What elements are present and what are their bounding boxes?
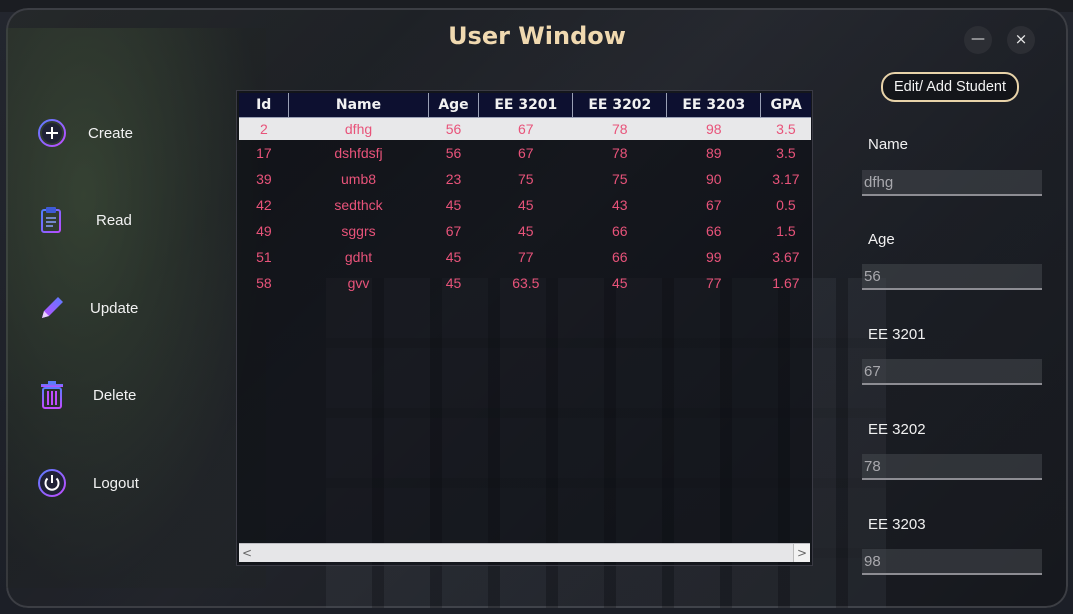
sidebar-item-delete[interactable]: Delete bbox=[36, 375, 206, 415]
edit-add-student-button[interactable]: Edit/ Add Student bbox=[881, 72, 1019, 102]
table-row-selected[interactable]: 2 dfhg 56 67 78 98 3.5 bbox=[239, 117, 811, 140]
cell-gpa: 3.5 bbox=[760, 117, 811, 140]
cell-id: 2 bbox=[239, 117, 289, 140]
table-row[interactable]: 49 sggrs 67 45 66 66 1.5 bbox=[239, 218, 811, 244]
table-row[interactable]: 58 gvv 45 63.5 45 77 1.67 bbox=[239, 270, 811, 296]
trash-icon bbox=[36, 379, 68, 411]
cell-gpa: 3.67 bbox=[772, 249, 800, 265]
sidebar-item-update[interactable]: Update bbox=[36, 288, 206, 328]
cell-gpa: 3.5 bbox=[776, 145, 796, 161]
plus-circle-icon bbox=[36, 117, 68, 149]
cell-age: 56 bbox=[428, 117, 479, 140]
cell-ee3201: 77 bbox=[518, 249, 534, 265]
table-row[interactable]: 17 dshfdsfj 56 67 78 89 3.5 bbox=[239, 140, 811, 166]
cell-ee3202: 45 bbox=[612, 275, 628, 291]
cell-ee3201: 45 bbox=[518, 223, 534, 239]
cell-age: 67 bbox=[445, 223, 462, 239]
age-field[interactable]: 56 bbox=[862, 264, 1042, 290]
cell-name: umb8 bbox=[341, 171, 377, 187]
ee3202-field-label: EE 3202 bbox=[868, 421, 926, 438]
cell-id: 49 bbox=[256, 223, 272, 239]
column-header-ee3202[interactable]: EE 3202 bbox=[572, 93, 668, 118]
table-row[interactable]: 51 gdht 45 77 66 99 3.67 bbox=[239, 244, 811, 270]
student-data-grid[interactable]: Id Name Age EE 3201 EE 3202 EE 3203 GPA … bbox=[236, 90, 813, 566]
cell-age: 23 bbox=[445, 171, 462, 187]
ee3202-field[interactable]: 78 bbox=[862, 454, 1042, 480]
cell-ee3202: 78 bbox=[572, 117, 667, 140]
sidebar-item-read[interactable]: Read bbox=[36, 200, 206, 240]
cell-ee3202: 66 bbox=[612, 249, 628, 265]
cell-age: 45 bbox=[445, 197, 462, 213]
ee3201-field[interactable]: 67 bbox=[862, 359, 1042, 385]
clipboard-icon bbox=[36, 204, 68, 236]
sidebar-item-label: Delete bbox=[93, 386, 137, 404]
cell-name: sggrs bbox=[341, 223, 376, 239]
column-header-ee3203[interactable]: EE 3203 bbox=[666, 93, 762, 118]
cell-ee3202: 43 bbox=[612, 197, 628, 213]
column-header-id[interactable]: Id bbox=[239, 93, 290, 118]
cell-ee3201: 45 bbox=[518, 197, 534, 213]
cell-ee3203: 99 bbox=[706, 249, 722, 265]
cell-id: 39 bbox=[256, 171, 272, 187]
sidebar-item-label: Create bbox=[88, 124, 134, 142]
scroll-left-arrow[interactable]: < bbox=[239, 544, 255, 562]
sidebar-item-label: Logout bbox=[93, 474, 139, 492]
cell-ee3203: 77 bbox=[706, 275, 722, 291]
close-button[interactable]: × bbox=[1007, 26, 1035, 54]
user-window: User Window — × Create Read Update Delet… bbox=[6, 8, 1068, 608]
cell-ee3203: 67 bbox=[706, 197, 722, 213]
name-field-label: Name bbox=[868, 136, 909, 153]
cell-gpa: 1.67 bbox=[772, 275, 800, 291]
ee3203-field-label: EE 3203 bbox=[868, 516, 926, 533]
cell-ee3202: 75 bbox=[612, 171, 628, 187]
cell-gpa: 3.17 bbox=[772, 171, 800, 187]
sidebar-item-create[interactable]: Create bbox=[36, 113, 206, 153]
column-header-name[interactable]: Name bbox=[288, 93, 429, 118]
cell-name: sedthck bbox=[334, 197, 383, 213]
cell-ee3201: 67 bbox=[518, 145, 534, 161]
ee3203-field[interactable]: 98 bbox=[862, 549, 1042, 575]
cell-id: 42 bbox=[256, 197, 272, 213]
column-header-age[interactable]: Age bbox=[428, 93, 480, 118]
cell-age: 45 bbox=[445, 249, 462, 265]
cell-ee3201: 63.5 bbox=[512, 275, 540, 291]
age-field-label: Age bbox=[868, 231, 895, 248]
sidebar-item-label: Update bbox=[90, 299, 139, 317]
student-table: Id Name Age EE 3201 EE 3202 EE 3203 GPA … bbox=[239, 93, 811, 296]
table-row[interactable]: 39 umb8 23 75 75 90 3.17 bbox=[239, 166, 811, 192]
horizontal-scrollbar[interactable]: < > bbox=[239, 543, 810, 562]
minimize-button[interactable]: — bbox=[964, 26, 992, 54]
cell-id: 58 bbox=[256, 275, 272, 291]
cell-ee3203: 98 bbox=[666, 117, 761, 140]
cell-age: 56 bbox=[445, 145, 462, 161]
cell-id: 51 bbox=[256, 249, 272, 265]
cell-ee3202: 66 bbox=[612, 223, 628, 239]
cell-name: dfhg bbox=[288, 117, 429, 140]
scroll-right-arrow[interactable]: > bbox=[793, 544, 810, 562]
cell-age: 45 bbox=[445, 275, 462, 291]
sidebar-item-label: Read bbox=[96, 211, 132, 229]
cell-ee3203: 89 bbox=[706, 145, 722, 161]
sidebar-item-logout[interactable]: Logout bbox=[36, 463, 206, 503]
cell-name: dshfdsfj bbox=[334, 145, 383, 161]
cell-ee3203: 90 bbox=[706, 171, 722, 187]
cell-gpa: 0.5 bbox=[776, 197, 796, 213]
cell-name: gdht bbox=[344, 249, 373, 265]
table-row[interactable]: 42 sedthck 45 45 43 67 0.5 bbox=[239, 192, 811, 218]
cell-id: 17 bbox=[256, 145, 272, 161]
column-header-ee3201[interactable]: EE 3201 bbox=[478, 93, 574, 118]
cell-ee3201: 67 bbox=[478, 117, 573, 140]
column-header-gpa[interactable]: GPA bbox=[760, 93, 811, 118]
cell-name: gvv bbox=[347, 275, 370, 291]
table-header-row: Id Name Age EE 3201 EE 3202 EE 3203 GPA bbox=[239, 93, 811, 118]
name-field[interactable]: dfhg bbox=[862, 170, 1042, 196]
ee3201-field-label: EE 3201 bbox=[868, 326, 926, 343]
pencil-icon bbox=[36, 292, 68, 324]
cell-ee3203: 66 bbox=[706, 223, 722, 239]
cell-ee3202: 78 bbox=[612, 145, 628, 161]
cell-ee3201: 75 bbox=[518, 171, 534, 187]
cell-gpa: 1.5 bbox=[776, 223, 796, 239]
window-title: User Window bbox=[448, 22, 626, 50]
power-icon bbox=[36, 467, 68, 499]
